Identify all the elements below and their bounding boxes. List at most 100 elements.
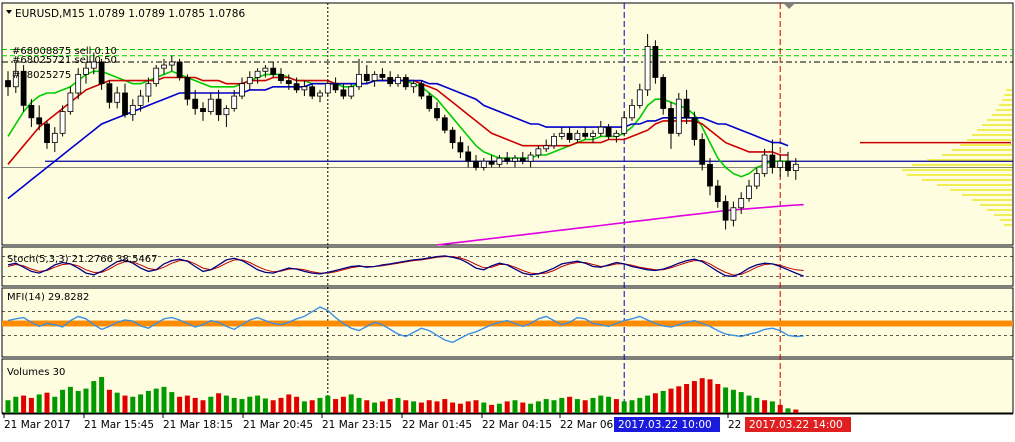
- candle-body: [675, 98, 682, 134]
- volume-bar: [535, 401, 541, 413]
- volume-bar: [606, 396, 612, 413]
- volume-bar: [762, 400, 768, 413]
- candle-body: [668, 108, 674, 134]
- volume-bar: [317, 397, 323, 413]
- candle-body: [348, 86, 355, 97]
- volume-bar: [21, 395, 27, 413]
- volume-bar: [543, 399, 549, 413]
- volume-bar: [496, 403, 502, 413]
- candle-body: [512, 157, 518, 162]
- volume-bar: [13, 396, 19, 413]
- candle-body: [426, 95, 433, 109]
- volume-bar: [574, 399, 580, 413]
- candle-body: [597, 126, 604, 134]
- volume-bar: [379, 401, 385, 413]
- volume-bar: [138, 394, 144, 413]
- volume-bar: [418, 402, 424, 413]
- candle-body: [262, 67, 269, 72]
- candle-body: [192, 98, 199, 109]
- x-tick-label: 22: [728, 419, 741, 431]
- candle-body: [714, 185, 721, 202]
- candle-body: [239, 83, 245, 97]
- volume-bar: [122, 395, 128, 413]
- x-tick-label: 21 Mar 20:45: [243, 419, 313, 431]
- x-tick-label: 22 Mar 01:45: [402, 419, 472, 431]
- candle-body: [558, 132, 565, 137]
- volume-bar: [403, 400, 409, 413]
- volume-bar: [52, 396, 58, 413]
- candle-body: [106, 83, 113, 103]
- candle-body: [441, 117, 448, 131]
- candle-body: [114, 92, 121, 103]
- volume-bar: [255, 395, 261, 413]
- volume-bar: [590, 397, 596, 413]
- candle-body: [332, 83, 339, 91]
- candle-body: [5, 80, 11, 88]
- volume-bar: [715, 383, 721, 413]
- candle-body: [395, 77, 401, 85]
- x-tick-label: 21 Mar 23:15: [322, 419, 392, 431]
- cursor-label-red: 2017.03.22 14:00: [749, 419, 843, 431]
- volume-bar: [83, 388, 89, 413]
- volume-bar: [559, 397, 565, 413]
- candle-body: [590, 132, 596, 137]
- volume-bar: [699, 378, 705, 413]
- candle-body: [473, 160, 479, 168]
- candle-body: [582, 132, 589, 137]
- volume-bar: [442, 399, 448, 413]
- candle-body: [246, 77, 253, 85]
- volume-bar: [652, 393, 658, 413]
- x-tick-label: 21 Mar 2017: [4, 419, 71, 431]
- volume-bar: [177, 396, 183, 413]
- volume-bar: [356, 397, 362, 413]
- candle-body: [270, 67, 277, 75]
- candle-body: [254, 70, 261, 78]
- candle-body: [434, 108, 440, 119]
- volume-bar: [99, 377, 105, 413]
- volume-bar: [769, 401, 775, 413]
- volume-bar: [411, 401, 417, 413]
- volume-bar: [216, 393, 222, 413]
- volume-bar: [730, 389, 736, 413]
- volumes-label: Volumes 30: [7, 367, 65, 378]
- candle-body: [207, 98, 214, 112]
- volume-bar: [153, 388, 159, 413]
- volume-bar: [582, 400, 588, 413]
- volume-bar: [754, 397, 760, 413]
- order-label: #68025721 sell 0.50: [12, 55, 117, 66]
- candle-body: [613, 132, 620, 137]
- volume-bar: [777, 404, 783, 413]
- volume-bar: [184, 395, 190, 413]
- candle-body: [293, 83, 300, 91]
- volume-bar: [613, 399, 619, 413]
- volume-bar: [239, 399, 245, 413]
- candle-body: [496, 157, 503, 165]
- candle-body: [129, 104, 136, 116]
- candle-body: [75, 73, 82, 94]
- candle-body: [168, 61, 175, 66]
- volume-bar: [684, 383, 690, 413]
- x-tick-label: 21 Mar 15:45: [84, 419, 154, 431]
- candle-body: [683, 98, 690, 119]
- candle-body: [785, 160, 791, 171]
- volume-bar: [286, 394, 292, 413]
- candle-body: [44, 123, 50, 144]
- volume-bar: [738, 392, 744, 413]
- volume-bar: [28, 397, 34, 413]
- candle-body: [699, 139, 706, 165]
- candle-body: [161, 64, 167, 69]
- volume-bar: [676, 386, 682, 413]
- candle-body: [223, 108, 230, 116]
- mfi-label: MFI(14) 29.8282: [7, 292, 89, 303]
- volume-bar: [645, 395, 651, 413]
- candle-body: [566, 132, 573, 140]
- candle-body: [379, 73, 386, 78]
- candle-body: [519, 157, 526, 162]
- candle-body: [122, 92, 128, 116]
- volume-bar: [668, 388, 674, 413]
- volume-bar: [223, 395, 229, 413]
- volume-bar: [44, 392, 50, 413]
- candle-body: [480, 160, 487, 168]
- trading-chart[interactable]: 21 Mar 2017 21 Mar 15:45 21 Mar 18:15 21 Ma…: [0, 0, 1015, 442]
- volume-bar: [372, 402, 378, 413]
